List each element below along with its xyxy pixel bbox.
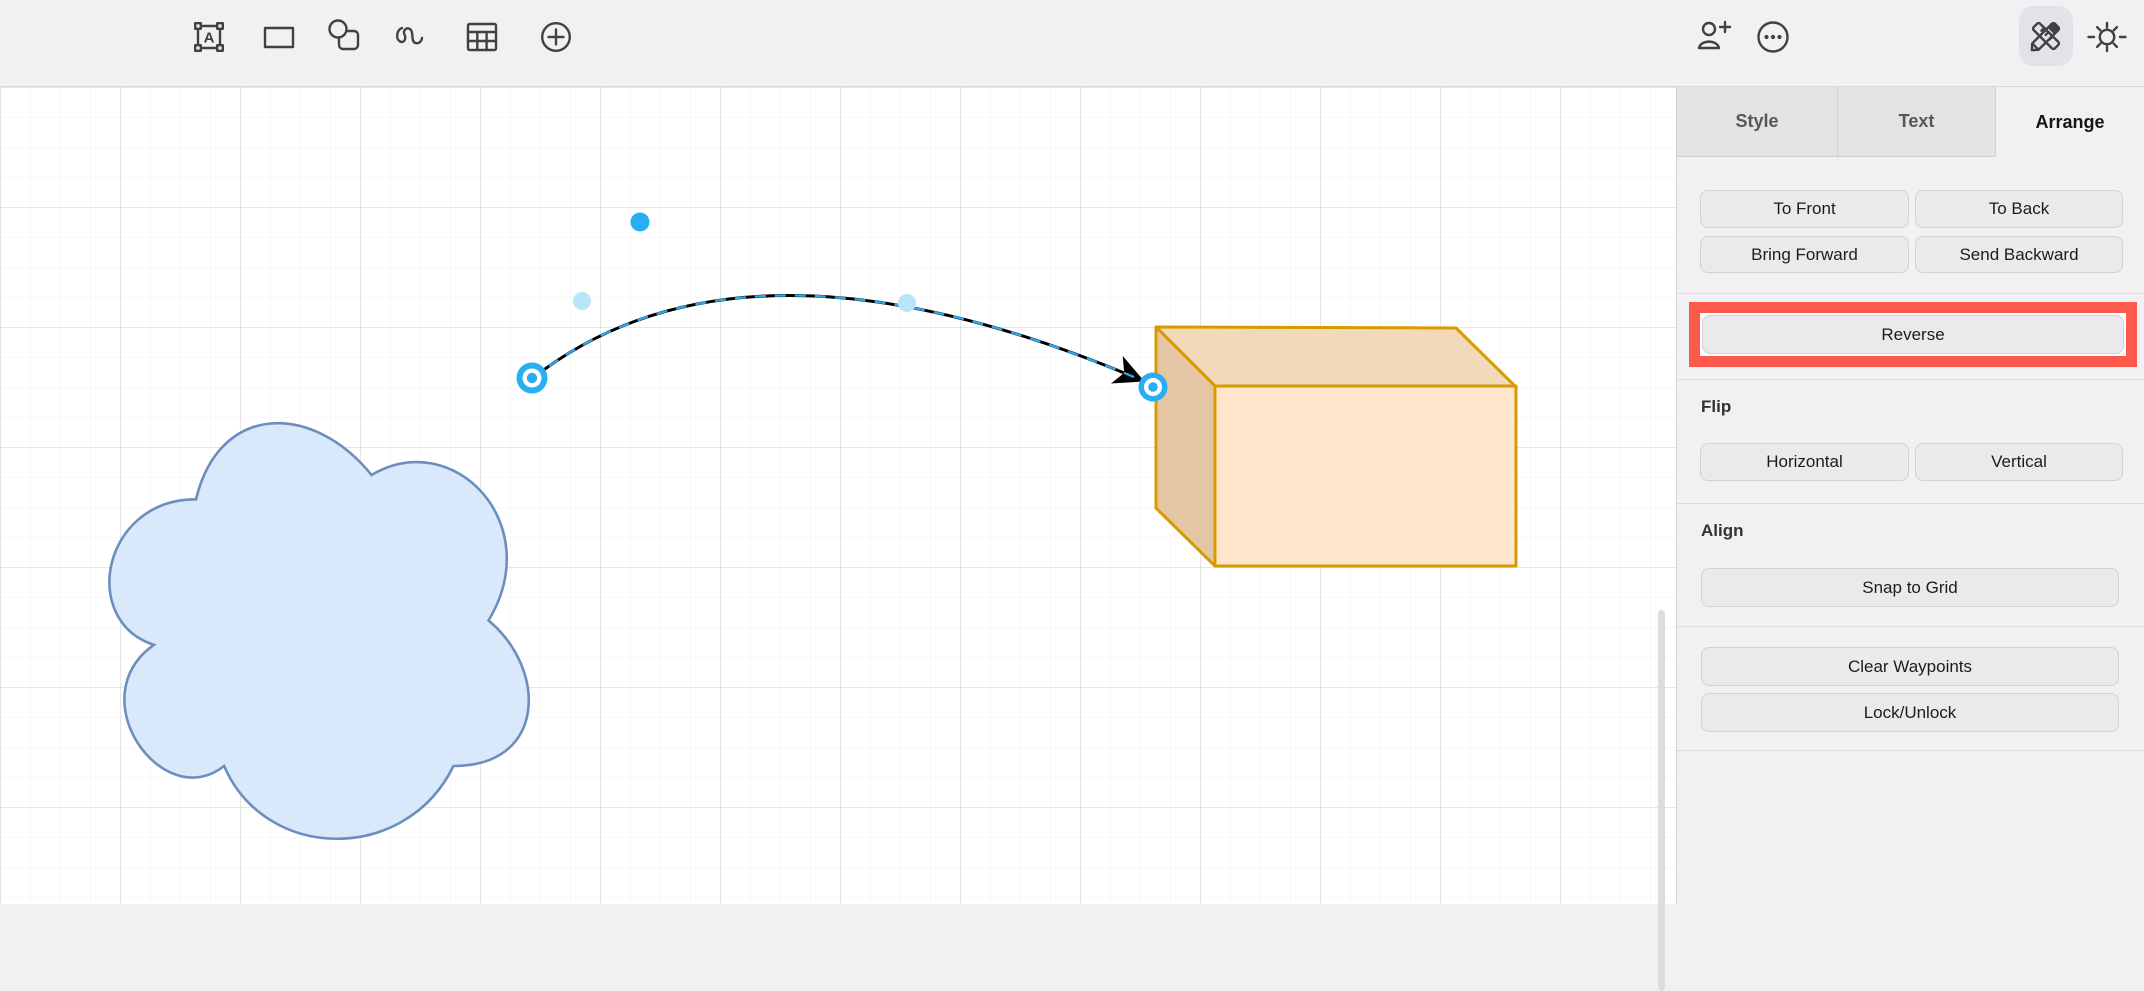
rectangle-icon <box>257 15 301 59</box>
insert-more-shapes-button[interactable] <box>534 15 578 59</box>
text-selection-icon: A <box>187 15 231 59</box>
cloud-shape[interactable] <box>109 423 528 839</box>
drawing-canvas[interactable] <box>0 87 1676 904</box>
tab-style[interactable]: Style <box>1677 87 1838 157</box>
freehand-tool-button[interactable] <box>390 15 434 59</box>
text-tool-glyph: A <box>204 30 215 47</box>
vertical-scrollbar[interactable] <box>1658 610 1665 991</box>
flip-vertical-button[interactable]: Vertical <box>1915 443 2123 481</box>
cube-shape[interactable] <box>1156 327 1516 566</box>
appearance-toggle-button[interactable] <box>2085 15 2129 59</box>
section-divider <box>1677 750 2144 751</box>
shapes-icon <box>323 15 367 59</box>
lock-unlock-button[interactable]: Lock/Unlock <box>1701 693 2119 732</box>
send-backward-button[interactable]: Send Backward <box>1915 236 2123 273</box>
to-front-button[interactable]: To Front <box>1700 190 1909 228</box>
section-divider <box>1677 626 2144 627</box>
ellipsis-circle-icon <box>1751 15 1795 59</box>
waypoint-handle[interactable] <box>631 213 650 232</box>
more-options-button[interactable] <box>1751 15 1795 59</box>
add-person-icon <box>1691 15 1735 59</box>
plus-circle-icon <box>534 15 578 59</box>
insert-text-tool-button[interactable]: A <box>187 15 231 59</box>
align-section-heading: Align <box>1701 521 1744 541</box>
freehand-scribble-icon <box>390 15 434 59</box>
tab-text[interactable]: Text <box>1838 87 1996 157</box>
edge-source-handle[interactable] <box>517 363 548 394</box>
edge-selection-highlight <box>533 295 1141 380</box>
flip-section-heading: Flip <box>1701 397 1731 417</box>
rectangle-tool-button[interactable] <box>257 15 301 59</box>
share-button[interactable] <box>1691 15 1735 59</box>
bring-forward-button[interactable]: Bring Forward <box>1700 236 1909 273</box>
table-tool-button[interactable] <box>460 15 504 59</box>
shape-tool-button[interactable] <box>323 15 367 59</box>
virtual-waypoint-handle[interactable] <box>573 292 591 310</box>
reverse-highlight-inner: Reverse <box>1700 313 2126 356</box>
pencil-ruler-icon <box>2024 14 2068 58</box>
app-window: A <box>0 0 2144 904</box>
tab-arrange[interactable]: Arrange <box>1996 87 2144 157</box>
design-tools-toggle[interactable] <box>2024 14 2068 58</box>
snap-to-grid-button[interactable]: Snap to Grid <box>1701 568 2119 607</box>
reverse-button[interactable]: Reverse <box>1702 315 2124 354</box>
sun-icon <box>2085 15 2129 59</box>
canvas-shapes-layer <box>0 87 1676 904</box>
design-tools-active-button[interactable] <box>2019 6 2073 66</box>
virtual-waypoint-handle[interactable] <box>898 294 916 312</box>
section-divider <box>1677 379 2144 380</box>
section-divider <box>1677 503 2144 504</box>
reverse-highlight-frame: Reverse <box>1689 302 2137 367</box>
edge-target-handle[interactable] <box>1139 373 1168 402</box>
curved-connector-edge[interactable] <box>533 295 1141 380</box>
format-panel: Style Text Arrange To Front To Back Brin… <box>1677 87 2144 904</box>
table-icon <box>460 15 504 59</box>
flip-horizontal-button[interactable]: Horizontal <box>1700 443 1909 481</box>
section-divider <box>1677 293 2144 294</box>
clear-waypoints-button[interactable]: Clear Waypoints <box>1701 647 2119 686</box>
to-back-button[interactable]: To Back <box>1915 190 2123 228</box>
format-tabs: Style Text Arrange <box>1677 87 2144 157</box>
top-toolbar: A <box>0 0 2144 86</box>
